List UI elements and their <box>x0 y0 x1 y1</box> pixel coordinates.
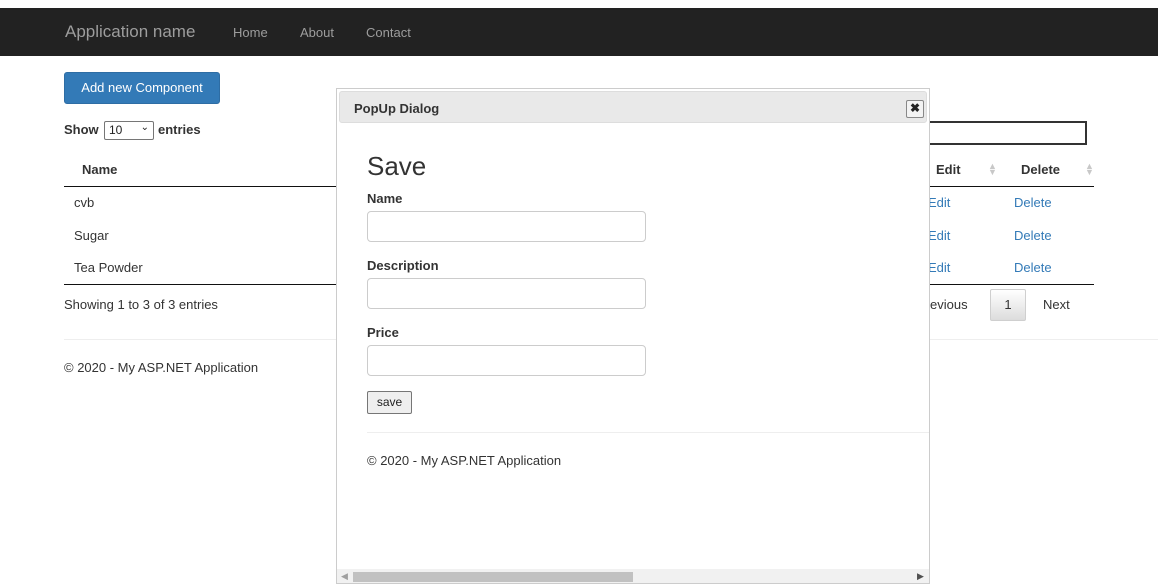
dialog-footer-divider <box>367 432 929 433</box>
page-footer: © 2020 - My ASP.NET Application <box>64 360 259 375</box>
price-label: Price <box>367 325 399 340</box>
name-label: Name <box>367 191 403 206</box>
entries-label: entries <box>158 122 201 137</box>
dialog-title: PopUp Dialog <box>354 101 440 116</box>
next-page-button[interactable]: Next <box>1043 297 1070 312</box>
scroll-right-icon[interactable]: ▶ <box>917 571 924 582</box>
table-info: Showing 1 to 3 of 3 entries <box>64 297 218 312</box>
nav-link-contact[interactable]: Contact <box>366 25 411 40</box>
page-number-button[interactable]: 1 <box>990 289 1026 321</box>
edit-link[interactable]: Edit <box>928 228 950 243</box>
popup-dialog: PopUp Dialog ✖ Save Name Description Pri… <box>336 88 930 584</box>
column-header-name[interactable]: Name <box>82 162 117 177</box>
save-button[interactable]: save <box>367 391 412 414</box>
sort-icon: ▲ ▼ <box>988 161 997 177</box>
chevron-down-icon: ⌄ <box>140 122 149 133</box>
dialog-heading: Save <box>367 151 427 181</box>
delete-link[interactable]: Delete <box>1014 260 1052 275</box>
sort-icon: ▲ ▼ <box>1085 161 1094 177</box>
close-icon[interactable]: ✖ <box>906 100 924 118</box>
nav-link-about[interactable]: About <box>300 25 334 40</box>
table-cell-name: cvb <box>74 195 95 210</box>
description-field[interactable] <box>367 278 646 309</box>
dialog-titlebar[interactable]: PopUp Dialog ✖ <box>339 91 927 123</box>
column-header-delete[interactable]: Delete <box>1021 162 1060 177</box>
price-field[interactable] <box>367 345 646 376</box>
nav-link-home[interactable]: Home <box>233 25 268 40</box>
description-label: Description <box>367 258 439 273</box>
edit-link[interactable]: Edit <box>928 260 950 275</box>
scroll-left-icon[interactable]: ◀ <box>341 571 348 582</box>
entries-select-value: 10 <box>109 123 123 137</box>
scrollbar-thumb[interactable] <box>353 572 633 582</box>
dialog-footer: © 2020 - My ASP.NET Application <box>367 453 562 468</box>
table-cell-name: Sugar <box>74 228 109 243</box>
delete-link[interactable]: Delete <box>1014 228 1052 243</box>
table-cell-name: Tea Powder <box>74 260 143 275</box>
column-header-edit[interactable]: Edit <box>936 162 961 177</box>
edit-link[interactable]: Edit <box>928 195 950 210</box>
entries-per-page-select[interactable]: 10 ⌄ <box>104 121 154 140</box>
name-field[interactable] <box>367 211 646 242</box>
add-component-button[interactable]: Add new Component <box>64 72 220 104</box>
delete-link[interactable]: Delete <box>1014 195 1052 210</box>
navbar: Application name Home About Contact <box>0 8 1158 56</box>
show-label: Show <box>64 122 99 137</box>
brand-link[interactable]: Application name <box>65 22 195 42</box>
horizontal-scrollbar[interactable]: ◀ ▶ <box>337 569 929 583</box>
search-input[interactable] <box>920 121 1087 145</box>
previous-page-button[interactable]: evious <box>930 297 968 312</box>
